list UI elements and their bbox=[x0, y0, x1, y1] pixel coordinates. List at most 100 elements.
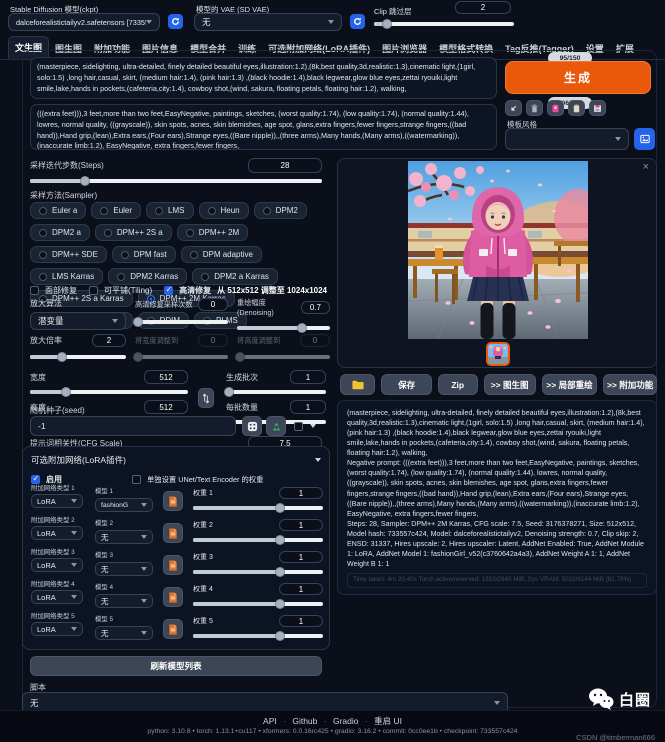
save-button[interactable]: 保存 bbox=[381, 374, 431, 395]
sampler-option[interactable]: LMS Karras bbox=[30, 268, 103, 285]
sampler-option[interactable]: DPM++ 2M bbox=[177, 224, 248, 241]
steps-slider[interactable] bbox=[30, 179, 322, 183]
vae-dropdown[interactable]: 无 bbox=[194, 13, 342, 31]
lora-model-info-button[interactable] bbox=[163, 587, 183, 607]
lora-type-dropdown[interactable]: LoRA bbox=[31, 622, 83, 636]
lora-enable-label: 启用 bbox=[46, 474, 62, 485]
lora-model-dropdown[interactable]: 无 bbox=[95, 626, 153, 640]
sampler-option[interactable]: DPM2 bbox=[254, 202, 307, 219]
sampler-option[interactable]: Euler bbox=[91, 202, 141, 219]
clip-skip-slider[interactable] bbox=[374, 22, 514, 26]
upscale-by-slider[interactable] bbox=[30, 355, 126, 359]
gallery-thumbnail[interactable] bbox=[486, 342, 510, 366]
seed-extra-caret-icon[interactable] bbox=[310, 424, 316, 428]
steps-value[interactable]: 28 bbox=[248, 158, 322, 173]
upscale-by-value[interactable]: 2 bbox=[92, 334, 126, 347]
api-link[interactable]: API bbox=[263, 716, 277, 726]
random-seed-button[interactable] bbox=[242, 416, 262, 436]
lora-type-dropdown[interactable]: LoRA bbox=[31, 526, 83, 540]
sampler-option[interactable]: DPM2 Karras bbox=[108, 268, 187, 285]
lora-weight-slider[interactable] bbox=[193, 634, 323, 638]
open-folder-button[interactable] bbox=[340, 374, 375, 395]
read-params-button[interactable] bbox=[505, 100, 522, 116]
lora-type-dropdown[interactable]: LoRA bbox=[31, 558, 83, 572]
batch-count-value[interactable]: 1 bbox=[290, 370, 326, 384]
styles-dropdown[interactable] bbox=[505, 128, 629, 150]
prompt-input[interactable]: (masterpiece, sidelighting, ultra-detail… bbox=[30, 57, 497, 99]
lora-model-dropdown[interactable]: fashionG bbox=[95, 498, 153, 512]
extra-seed-checkbox[interactable] bbox=[294, 422, 303, 431]
lora-weight-slider[interactable] bbox=[193, 538, 323, 542]
sampler-option[interactable]: Euler a bbox=[30, 202, 86, 219]
sampler-option[interactable]: LMS bbox=[146, 202, 193, 219]
lora-weight-slider[interactable] bbox=[193, 602, 323, 606]
lora-type-dropdown[interactable]: LoRA bbox=[31, 494, 83, 508]
send-to-extras-button[interactable]: >> 附加功能 bbox=[603, 374, 657, 395]
hires-steps-slider[interactable] bbox=[135, 320, 228, 324]
github-link[interactable]: Github bbox=[292, 716, 317, 726]
lora-model-dropdown[interactable]: 无 bbox=[95, 594, 153, 608]
width-value[interactable]: 512 bbox=[144, 370, 188, 384]
face-restore-checkbox[interactable] bbox=[30, 286, 39, 295]
refresh-styles-button[interactable] bbox=[634, 128, 655, 150]
gradio-link[interactable]: Gradio bbox=[333, 716, 359, 726]
lora-weight-value[interactable]: 1 bbox=[279, 583, 323, 595]
batch-count-slider[interactable] bbox=[226, 390, 326, 394]
lora-model-dropdown[interactable]: 无 bbox=[95, 530, 153, 544]
zip-button[interactable]: Zip bbox=[438, 374, 478, 395]
lora-model-info-button[interactable] bbox=[163, 523, 183, 543]
lora-type-dropdown[interactable]: LoRA bbox=[31, 590, 83, 604]
ckpt-refresh-button[interactable] bbox=[168, 14, 183, 29]
generate-button[interactable]: 生成 bbox=[505, 61, 651, 94]
lora-model-info-button[interactable] bbox=[163, 619, 183, 639]
height-value[interactable]: 512 bbox=[144, 400, 188, 414]
lora-model-info-button[interactable] bbox=[163, 555, 183, 575]
sampler-option[interactable]: DPM fast bbox=[112, 246, 176, 263]
ckpt-dropdown[interactable]: dalceforealistictailyv2.safetensors [733… bbox=[8, 13, 160, 31]
generated-image[interactable] bbox=[408, 161, 588, 339]
lora-weight-value[interactable]: 1 bbox=[279, 487, 323, 499]
radio-icon bbox=[155, 207, 163, 215]
seed-input[interactable]: -1 bbox=[30, 416, 236, 436]
tiling-checkbox[interactable] bbox=[89, 286, 98, 295]
lora-weight-slider[interactable] bbox=[193, 570, 323, 574]
clear-prompt-button[interactable] bbox=[526, 100, 543, 116]
apply-style-button[interactable] bbox=[568, 100, 585, 116]
lora-separate-weights-checkbox[interactable] bbox=[132, 475, 141, 484]
batch-size-value[interactable]: 1 bbox=[290, 400, 326, 414]
lora-model-dropdown[interactable]: 无 bbox=[95, 562, 153, 576]
hires-fix-checkbox[interactable] bbox=[164, 286, 173, 295]
clip-skip-value[interactable]: 2 bbox=[455, 1, 511, 14]
swap-dimensions-button[interactable] bbox=[198, 388, 214, 408]
denoising-value[interactable]: 0.7 bbox=[301, 301, 330, 314]
sampler-option[interactable]: DPM adaptive bbox=[181, 246, 262, 263]
sampler-option[interactable]: Heun bbox=[199, 202, 249, 219]
extra-networks-button[interactable] bbox=[547, 100, 564, 116]
lora-model-info-button[interactable] bbox=[163, 491, 183, 511]
lora-weight-value[interactable]: 1 bbox=[279, 519, 323, 531]
collapse-caret-icon[interactable] bbox=[315, 458, 321, 462]
sampler-option[interactable]: DPM++ 2S a bbox=[95, 224, 172, 241]
reuse-seed-button[interactable] bbox=[266, 416, 286, 436]
lora-weight-slider[interactable] bbox=[193, 506, 323, 510]
negative-prompt-input[interactable]: (((extra feet))),3 feet,more than two fe… bbox=[30, 104, 497, 150]
sampler-option[interactable]: DPM++ SDE bbox=[30, 246, 107, 263]
lora-weight-value[interactable]: 1 bbox=[279, 615, 323, 627]
denoising-slider[interactable] bbox=[237, 326, 330, 330]
reload-ui-link[interactable]: 重启 UI bbox=[374, 716, 402, 726]
hires-steps-value[interactable]: 0 bbox=[198, 298, 228, 311]
send-to-img2img-button[interactable]: >> 图生图 bbox=[484, 374, 536, 395]
sampler-option[interactable]: DPM2 a bbox=[30, 224, 90, 241]
close-icon[interactable]: × bbox=[643, 161, 649, 173]
width-slider[interactable] bbox=[30, 390, 188, 394]
sampler-option[interactable]: DPM2 a Karras bbox=[192, 268, 278, 285]
send-to-inpaint-button[interactable]: >> 局部重绘 bbox=[542, 374, 598, 395]
lora-enable-checkbox[interactable] bbox=[31, 475, 40, 484]
vae-refresh-button[interactable] bbox=[350, 14, 365, 29]
radio-icon bbox=[121, 251, 129, 259]
upscaler-dropdown[interactable]: 潜变量 bbox=[30, 312, 126, 330]
lora-weight-value[interactable]: 1 bbox=[279, 551, 323, 563]
refresh-models-button[interactable]: 刷新模型列表 bbox=[30, 656, 322, 676]
save-style-button[interactable] bbox=[589, 100, 606, 116]
chevron-down-icon bbox=[615, 137, 621, 141]
